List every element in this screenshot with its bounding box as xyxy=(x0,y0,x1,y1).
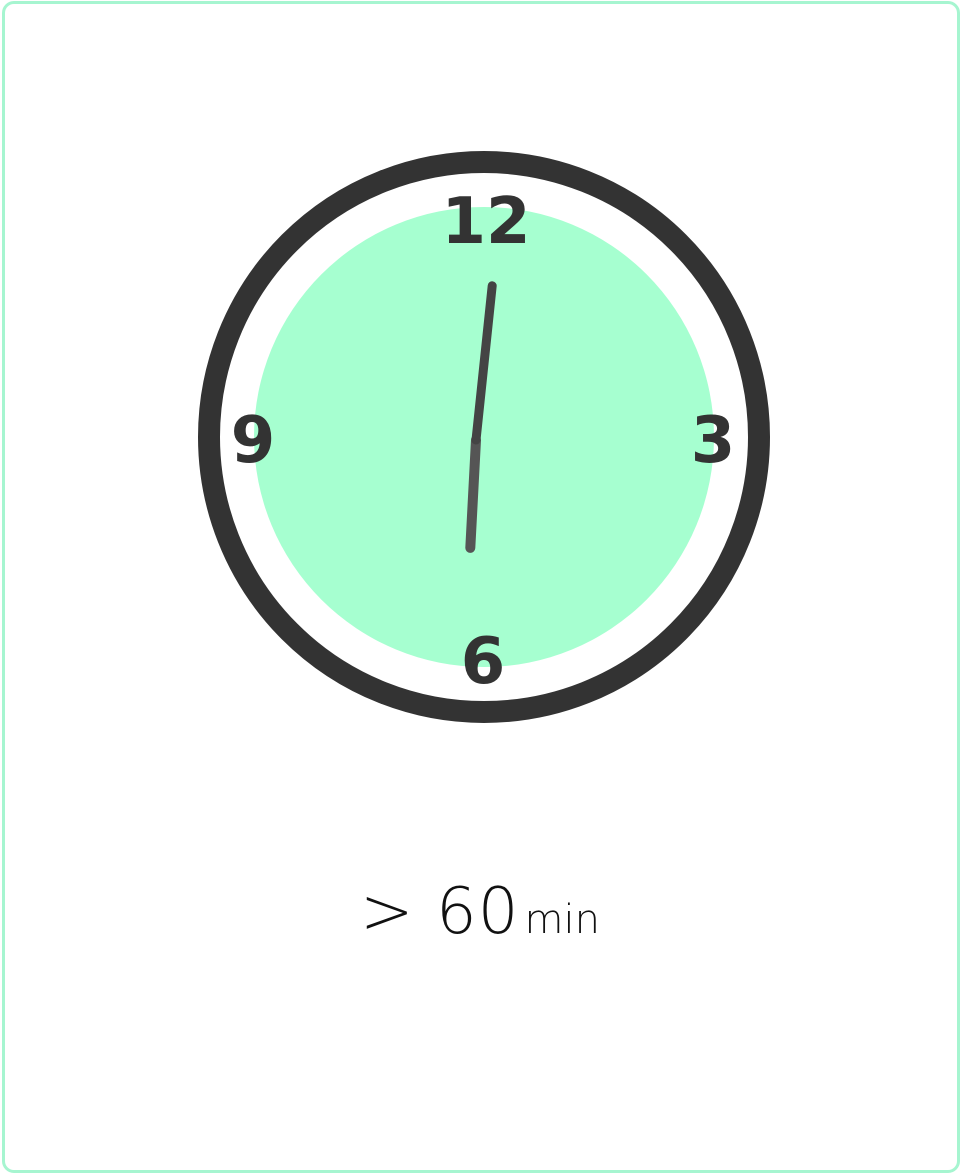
duration-unit: min xyxy=(524,897,600,943)
clock-face-fill xyxy=(254,207,714,667)
clock: 12 3 6 9 xyxy=(198,151,770,723)
numeral-6: 6 xyxy=(461,625,506,699)
numeral-3: 3 xyxy=(691,404,736,478)
duration-label: > 60 min xyxy=(0,880,960,944)
duration-value: > 60 xyxy=(360,875,520,949)
numeral-9: 9 xyxy=(231,404,276,478)
numeral-12: 12 xyxy=(441,185,530,259)
hour-hand xyxy=(465,435,481,553)
